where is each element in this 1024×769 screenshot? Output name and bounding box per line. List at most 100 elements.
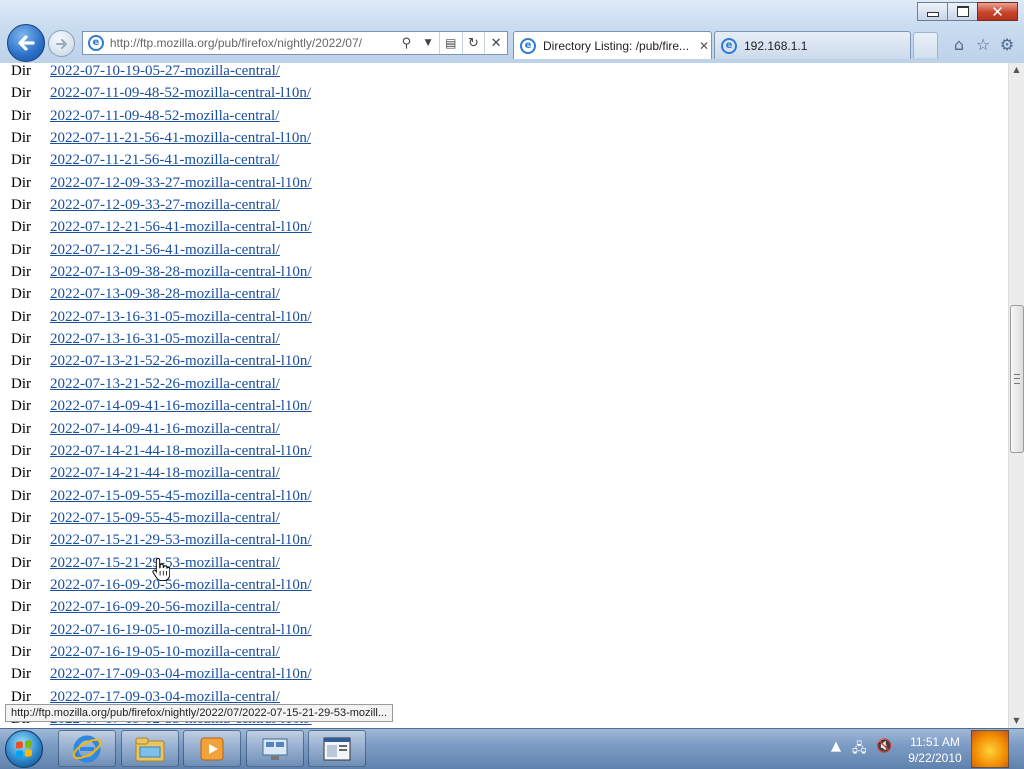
minimize-icon — [926, 12, 939, 17]
directory-link[interactable]: 2022-07-17-09-03-04-mozilla-central-l10n… — [50, 666, 312, 683]
directory-link[interactable]: 2022-07-14-09-41-16-mozilla-central-l10n… — [50, 398, 312, 415]
system-clock[interactable]: 11:51 AM 9/22/2010 — [900, 734, 970, 766]
directory-link[interactable]: 2022-07-14-21-44-18-mozilla-central/ — [50, 465, 280, 482]
forward-arrow-icon — [55, 38, 67, 49]
directory-link[interactable]: 2022-07-12-09-33-27-mozilla-central/ — [50, 197, 280, 214]
directory-link[interactable]: 2022-07-13-16-31-05-mozilla-central-l10n… — [50, 309, 312, 326]
directory-link[interactable]: 2022-07-13-16-31-05-mozilla-central/ — [50, 331, 280, 348]
search-button[interactable]: ⚲ — [396, 32, 418, 54]
directory-link[interactable]: 2022-07-11-09-48-52-mozilla-central/ — [50, 108, 279, 125]
directory-link[interactable]: 2022-07-13-09-38-28-mozilla-central/ — [50, 286, 280, 303]
directory-link[interactable]: 2022-07-16-09-20-56-mozilla-central-l10n… — [50, 577, 312, 594]
restore-button[interactable] — [947, 2, 978, 21]
address-bar[interactable]: e http://ftp.mozilla.org/pub/firefox/nig… — [82, 31, 508, 55]
directory-link[interactable]: 2022-07-16-19-05-10-mozilla-central/ — [50, 644, 280, 661]
entry-type: Dir — [11, 420, 31, 437]
taskbar-media-player[interactable] — [183, 730, 241, 767]
entry-type: Dir — [11, 264, 31, 281]
entry-type: Dir — [11, 576, 31, 593]
back-button[interactable] — [7, 24, 45, 62]
media-player-icon — [200, 737, 224, 760]
taskbar-network-app[interactable] — [246, 730, 304, 767]
directory-link[interactable]: 2022-07-10-19-05-27-mozilla-central/ — [50, 63, 280, 80]
directory-link[interactable]: 2022-07-15-21-29-53-mozilla-central-l10n… — [50, 532, 312, 549]
tab-directory-listing[interactable]: e Directory Listing: /pub/fire... ✕ — [513, 31, 712, 59]
entry-type: Dir — [11, 532, 31, 549]
clock-date: 9/22/2010 — [908, 751, 962, 765]
address-url[interactable]: http://ftp.mozilla.org/pub/firefox/night… — [110, 36, 396, 50]
favorites-button[interactable]: ☆ — [973, 34, 993, 54]
vertical-scrollbar[interactable]: ▲ ▼ — [1008, 63, 1024, 728]
show-desktop-button[interactable] — [971, 730, 1009, 768]
browser-chrome: ✕ e http://ftp.mozilla.org/pub/firefox/n… — [0, 0, 1024, 64]
entry-type: Dir — [11, 353, 31, 370]
directory-link[interactable]: 2022-07-13-09-38-28-mozilla-central-l10n… — [50, 264, 312, 281]
directory-link[interactable]: 2022-07-12-21-56-41-mozilla-central-l10n… — [50, 219, 312, 236]
directory-link[interactable]: 2022-07-12-21-56-41-mozilla-central/ — [50, 242, 280, 259]
taskbar-document-window[interactable] — [308, 730, 366, 767]
windows-logo-icon — [16, 740, 32, 758]
taskbar-windows-explorer[interactable] — [121, 730, 179, 767]
network-status-icon[interactable]: 🖧 — [852, 739, 867, 761]
directory-link[interactable]: 2022-07-11-21-56-41-mozilla-central/ — [50, 152, 279, 169]
directory-link[interactable]: 2022-07-13-21-52-26-mozilla-central/ — [50, 376, 280, 393]
entry-type: Dir — [11, 465, 31, 482]
forward-button[interactable] — [48, 30, 75, 57]
scroll-up-icon[interactable]: ▲ — [1009, 63, 1024, 77]
tab-router[interactable]: e 192.168.1.1 — [714, 31, 911, 59]
window-controls: ✕ — [917, 2, 1018, 22]
entry-type: Dir — [11, 219, 31, 236]
directory-link[interactable]: 2022-07-16-19-05-10-mozilla-central-l10n… — [50, 622, 312, 639]
directory-link[interactable]: 2022-07-12-09-33-27-mozilla-central-l10n… — [50, 175, 312, 192]
home-icon: ⌂ — [953, 34, 965, 54]
directory-link[interactable]: 2022-07-16-09-20-56-mozilla-central/ — [50, 599, 280, 616]
close-icon: ✕ — [991, 2, 1004, 21]
window-icon — [323, 737, 351, 760]
entry-type: Dir — [11, 174, 31, 191]
close-tab-icon[interactable]: ✕ — [699, 39, 709, 53]
minimize-button[interactable] — [917, 2, 948, 21]
address-dropdown-button[interactable]: ▼ — [417, 32, 439, 54]
entry-type: Dir — [11, 487, 31, 504]
scroll-down-icon[interactable]: ▼ — [1009, 714, 1024, 728]
restore-icon — [956, 3, 970, 17]
show-hidden-icons-button[interactable]: ▲ — [831, 739, 841, 754]
close-window-button[interactable]: ✕ — [977, 2, 1018, 21]
directory-link[interactable]: 2022-07-14-09-41-16-mozilla-central/ — [50, 421, 280, 438]
entry-type: Dir — [11, 643, 31, 660]
ie-tab-icon: e — [721, 37, 737, 54]
directory-link[interactable]: 2022-07-13-21-52-26-mozilla-central-l10n… — [50, 353, 312, 370]
compatibility-view-button[interactable]: ▤ — [438, 32, 462, 54]
entry-type: Dir — [11, 599, 31, 616]
refresh-button[interactable]: ↻ — [461, 32, 485, 54]
scrollbar-thumb[interactable] — [1010, 305, 1024, 453]
entry-type: Dir — [11, 398, 31, 415]
grip-icon — [1014, 374, 1020, 384]
directory-link[interactable]: 2022-07-15-09-55-45-mozilla-central-l10n… — [50, 488, 312, 505]
directory-link[interactable]: 2022-07-11-09-48-52-mozilla-central-l10n… — [50, 85, 311, 102]
entry-type: Dir — [11, 442, 31, 459]
entry-type: Dir — [11, 241, 31, 258]
taskbar: ▲ 🖧 🔇 11:51 AM 9/22/2010 — [0, 728, 1024, 769]
entry-type: Dir — [11, 308, 31, 325]
stop-button[interactable]: ✕ — [484, 32, 507, 54]
search-icon: ⚲ — [401, 35, 412, 51]
page-content: Dir 2022-07-10-19-05-27-mozilla-central/D… — [0, 63, 1008, 728]
new-tab-button[interactable] — [913, 32, 938, 58]
entry-type: Dir — [11, 197, 31, 214]
directory-link[interactable]: 2022-07-11-21-56-41-mozilla-central-l10n… — [50, 130, 311, 147]
directory-link[interactable]: 2022-07-15-09-55-45-mozilla-central/ — [50, 510, 280, 527]
start-button[interactable] — [5, 730, 43, 768]
entry-type: Dir — [11, 509, 31, 526]
entry-type: Dir — [11, 554, 31, 571]
entry-type: Dir — [11, 286, 31, 303]
entry-type: Dir — [11, 85, 31, 102]
star-icon: ☆ — [975, 34, 991, 54]
volume-muted-icon[interactable]: 🔇 — [876, 739, 892, 754]
directory-link[interactable]: 2022-07-14-21-44-18-mozilla-central-l10n… — [50, 443, 312, 460]
home-button[interactable]: ⌂ — [949, 34, 969, 54]
tools-button[interactable]: ⚙ — [997, 34, 1017, 54]
refresh-icon: ↻ — [468, 35, 479, 51]
taskbar-internet-explorer[interactable] — [58, 730, 116, 767]
entry-type: Dir — [11, 621, 31, 638]
